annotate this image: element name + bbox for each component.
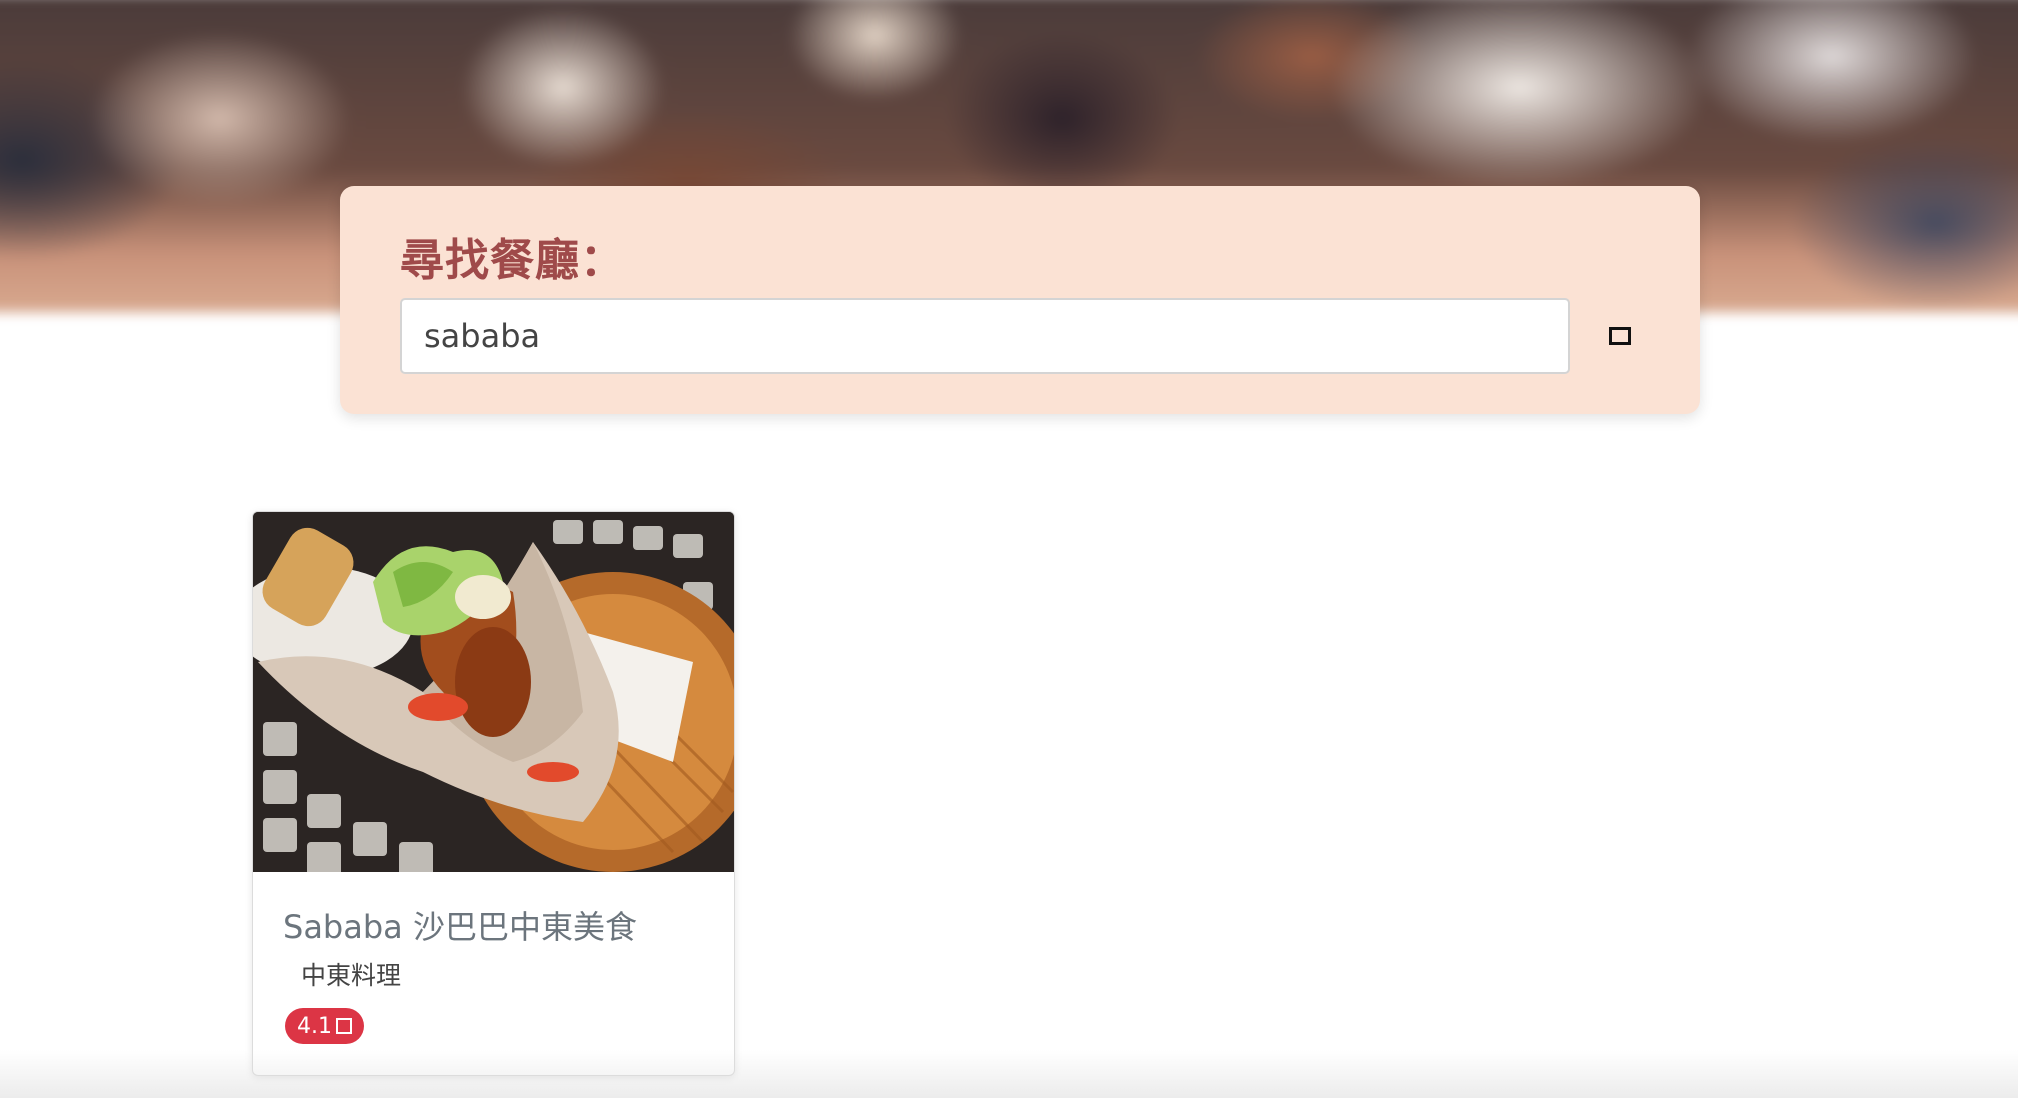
search-panel: 尋找餐廳： xyxy=(340,186,1700,414)
search-title: 尋找餐廳： xyxy=(400,235,625,286)
rating-badge: 4.1 xyxy=(285,1008,364,1044)
restaurant-category: 中東料理 xyxy=(301,961,402,990)
rating-value: 4.1 xyxy=(297,1013,332,1039)
page: 尋找餐廳： sababa Sababa 沙巴巴中東美食 中東料理 4.1 xyxy=(0,0,2018,1098)
search-button[interactable] xyxy=(1586,302,1654,370)
star-icon xyxy=(336,1018,352,1034)
restaurant-photo xyxy=(253,512,734,872)
search-icon xyxy=(1609,327,1631,345)
restaurant-card[interactable]: Sababa 沙巴巴中東美食 中東料理 4.1 xyxy=(252,511,735,1076)
restaurant-name: Sababa 沙巴巴中東美食 xyxy=(283,908,637,946)
search-input[interactable] xyxy=(400,298,1570,374)
